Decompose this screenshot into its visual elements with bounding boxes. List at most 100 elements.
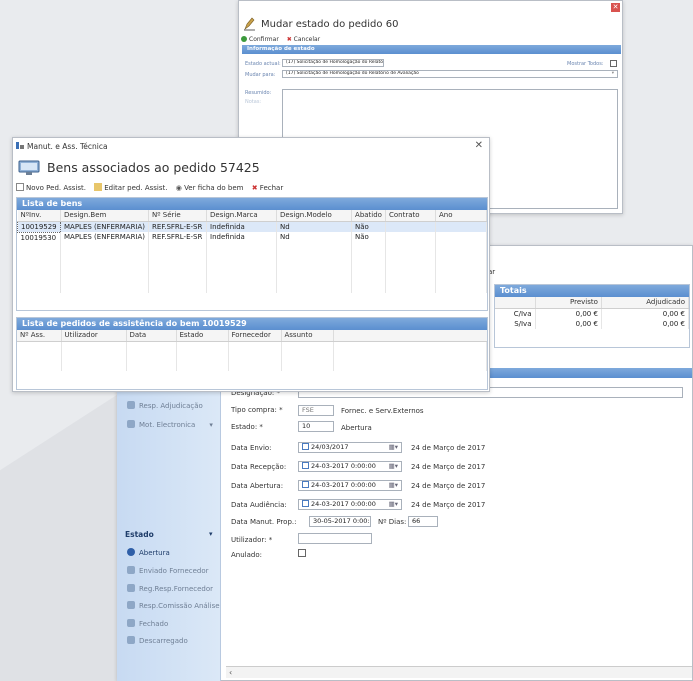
tipo-compra-label: Tipo compra: *: [231, 406, 283, 414]
goods-toolbar: Novo Ped. Assist. Editar ped. Assist. ◉ …: [16, 183, 289, 192]
sidebar-item-reg-resp-fornecedor[interactable]: Reg.Resp.Fornecedor: [127, 584, 213, 593]
sidebar-item-label: Resp.Comissão Análise: [139, 602, 220, 610]
data-abertura-label: Data Abertura:: [231, 482, 284, 490]
confirm-label: Confirmar: [249, 36, 279, 43]
horizontal-scrollbar[interactable]: ‹: [226, 666, 692, 678]
edit-request-button[interactable]: Editar ped. Assist.: [94, 183, 167, 192]
data-abertura-picker[interactable]: 24-03-2017 0:00:00 ▦▾: [298, 480, 402, 491]
state-icon: [127, 601, 135, 609]
dias-field[interactable]: 66: [408, 516, 438, 527]
data-recepcao-picker[interactable]: 24-03-2017 0:00:00 ▦▾: [298, 461, 402, 472]
column-header[interactable]: Ano: [435, 210, 488, 222]
table-row: [17, 272, 488, 283]
totals-cell: S/Iva: [495, 318, 536, 329]
show-all-checkbox[interactable]: [610, 60, 617, 67]
table-row[interactable]: 10019529 MAPLES (ENFERMARIA) REF.SFRL-E-…: [17, 220, 488, 233]
sidebar-item-descarregado[interactable]: Descarregado: [127, 636, 188, 645]
column-header[interactable]: NºInv.: [17, 210, 61, 222]
table-cell: Indefinida: [206, 232, 278, 243]
utilizador-label: Utilizador: *: [231, 536, 273, 544]
state-icon: [127, 636, 135, 644]
tipo-compra-text: Fornec. e Serv.Externos: [341, 407, 424, 415]
sidebar-item-resp-adjudicacao[interactable]: Resp. Adjudicação: [127, 401, 203, 410]
goods-table: NºInv. Design.Bem Nº Série Design.Marca …: [17, 210, 488, 293]
new-request-button[interactable]: Novo Ped. Assist.: [16, 183, 86, 192]
column-header[interactable]: Design.Modelo: [276, 210, 353, 222]
data-audiencia-long: 24 de Março de 2017: [411, 501, 486, 509]
sidebar-item-label: Reg.Resp.Fornecedor: [139, 585, 214, 593]
calendar-icon[interactable]: ▦▾: [389, 500, 398, 509]
table-cell: [385, 232, 436, 243]
table-row[interactable]: 10019530 MAPLES (ENFERMARIA) REF.SFRL-E-…: [17, 232, 488, 243]
checkbox-icon[interactable]: [302, 500, 309, 507]
monitor-icon: [18, 160, 40, 176]
column-header[interactable]: Utilizador: [61, 330, 127, 342]
state-icon: [127, 566, 135, 574]
column-header[interactable]: Assunto: [281, 330, 334, 342]
cancel-button[interactable]: ✖ Cancelar: [287, 36, 320, 43]
data-recepcao-long: 24 de Março de 2017: [411, 463, 486, 471]
checkbox-icon[interactable]: [302, 443, 309, 450]
column-header[interactable]: Nº Série: [148, 210, 208, 222]
checkbox-icon[interactable]: [302, 462, 309, 469]
column-header[interactable]: Data: [126, 330, 177, 342]
column-header[interactable]: Contrato: [385, 210, 436, 222]
column-header[interactable]: Estado: [176, 330, 229, 342]
data-recepcao-label: Data Recepção:: [231, 463, 287, 471]
utilizador-field[interactable]: [298, 533, 372, 544]
sidebar-item-mot-electronica[interactable]: Mot. Electronica ▾: [127, 420, 213, 429]
column-header[interactable]: Design.Bem: [60, 210, 150, 222]
summary-label: Resumido:: [245, 90, 272, 96]
totals-table: Previsto Adjudicado C/Iva 0,00 € 0,00 € …: [495, 297, 690, 329]
table-cell: [385, 221, 436, 232]
change-to-value: (17) Solicitação de Homologação do Relat…: [286, 71, 419, 76]
table-cell: 10019530: [17, 232, 61, 243]
sidebar-item-enviado-fornecedor[interactable]: Enviado Fornecedor: [127, 566, 209, 575]
table-cell: Não: [351, 232, 386, 243]
column-header[interactable]: Fornecedor: [228, 330, 282, 342]
sidebar-item-label: Enviado Fornecedor: [139, 567, 209, 575]
sidebar-item-resp-comissao[interactable]: Resp.Comissão Análise: [127, 601, 220, 610]
close-icon[interactable]: ✕: [475, 140, 483, 151]
estado-code-field[interactable]: 10: [298, 421, 334, 432]
totals-cell: 0,00 €: [535, 308, 602, 319]
change-to-label: Mudar para:: [245, 72, 276, 78]
new-request-label: Novo Ped. Assist.: [26, 184, 86, 192]
chevron-down-icon[interactable]: ▾: [612, 71, 614, 77]
sidebar-item-label: Fechado: [139, 620, 169, 628]
sidebar-item-label: Resp. Adjudicação: [139, 402, 203, 410]
data-audiencia-picker[interactable]: 24-03-2017 0:00:00 ▦▾: [298, 499, 402, 510]
table-row: [17, 242, 488, 253]
sidebar-item-label: Mot. Electronica: [139, 421, 196, 429]
view-asset-button[interactable]: ◉ Ver ficha do bem: [176, 184, 244, 192]
table-cell: Não: [351, 221, 386, 232]
sidebar-section-estado[interactable]: Estado: [125, 530, 154, 539]
column-header[interactable]: Abatido: [351, 210, 386, 222]
tipo-compra-code-field[interactable]: FSE: [298, 405, 334, 416]
calendar-icon[interactable]: ▦▾: [389, 443, 398, 452]
calendar-icon[interactable]: ▦▾: [389, 462, 398, 471]
goods-list-panel: Lista de bens NºInv. Design.Bem Nº Série…: [16, 197, 488, 311]
calendar-icon[interactable]: ▦▾: [389, 481, 398, 490]
checkbox-icon[interactable]: [302, 481, 309, 488]
table-row: [17, 341, 487, 351]
sidebar-item-fechado[interactable]: Fechado: [127, 619, 168, 628]
view-asset-label: Ver ficha do bem: [184, 184, 244, 192]
column-header[interactable]: Design.Marca: [206, 210, 278, 222]
show-all-label: Mostrar Todos:: [567, 61, 604, 67]
data-envio-picker[interactable]: 24/03/2017 ▦▾: [298, 442, 402, 453]
data-manut-field[interactable]: 30-05-2017 0:00:00: [309, 516, 371, 527]
anulado-checkbox[interactable]: [298, 549, 306, 557]
table-cell: [435, 221, 488, 232]
section-chevron-icon[interactable]: ▾: [209, 530, 213, 538]
close-button[interactable]: ✖ Fechar: [252, 184, 284, 192]
table-cell: REF.SFRL-E-SR: [148, 221, 208, 232]
current-state-field[interactable]: (17) Solicitação de Homologação do Relat…: [282, 59, 384, 67]
confirm-button[interactable]: Confirmar: [241, 36, 279, 43]
scroll-left-icon[interactable]: ‹: [229, 668, 232, 677]
close-icon[interactable]: ✕: [611, 3, 620, 12]
change-to-select[interactable]: (17) Solicitação de Homologação do Relat…: [282, 70, 618, 78]
sidebar-item-abertura[interactable]: Abertura: [127, 548, 170, 557]
column-header[interactable]: Nº Ass.: [17, 330, 62, 342]
data-envio-label: Data Envio:: [231, 444, 272, 452]
